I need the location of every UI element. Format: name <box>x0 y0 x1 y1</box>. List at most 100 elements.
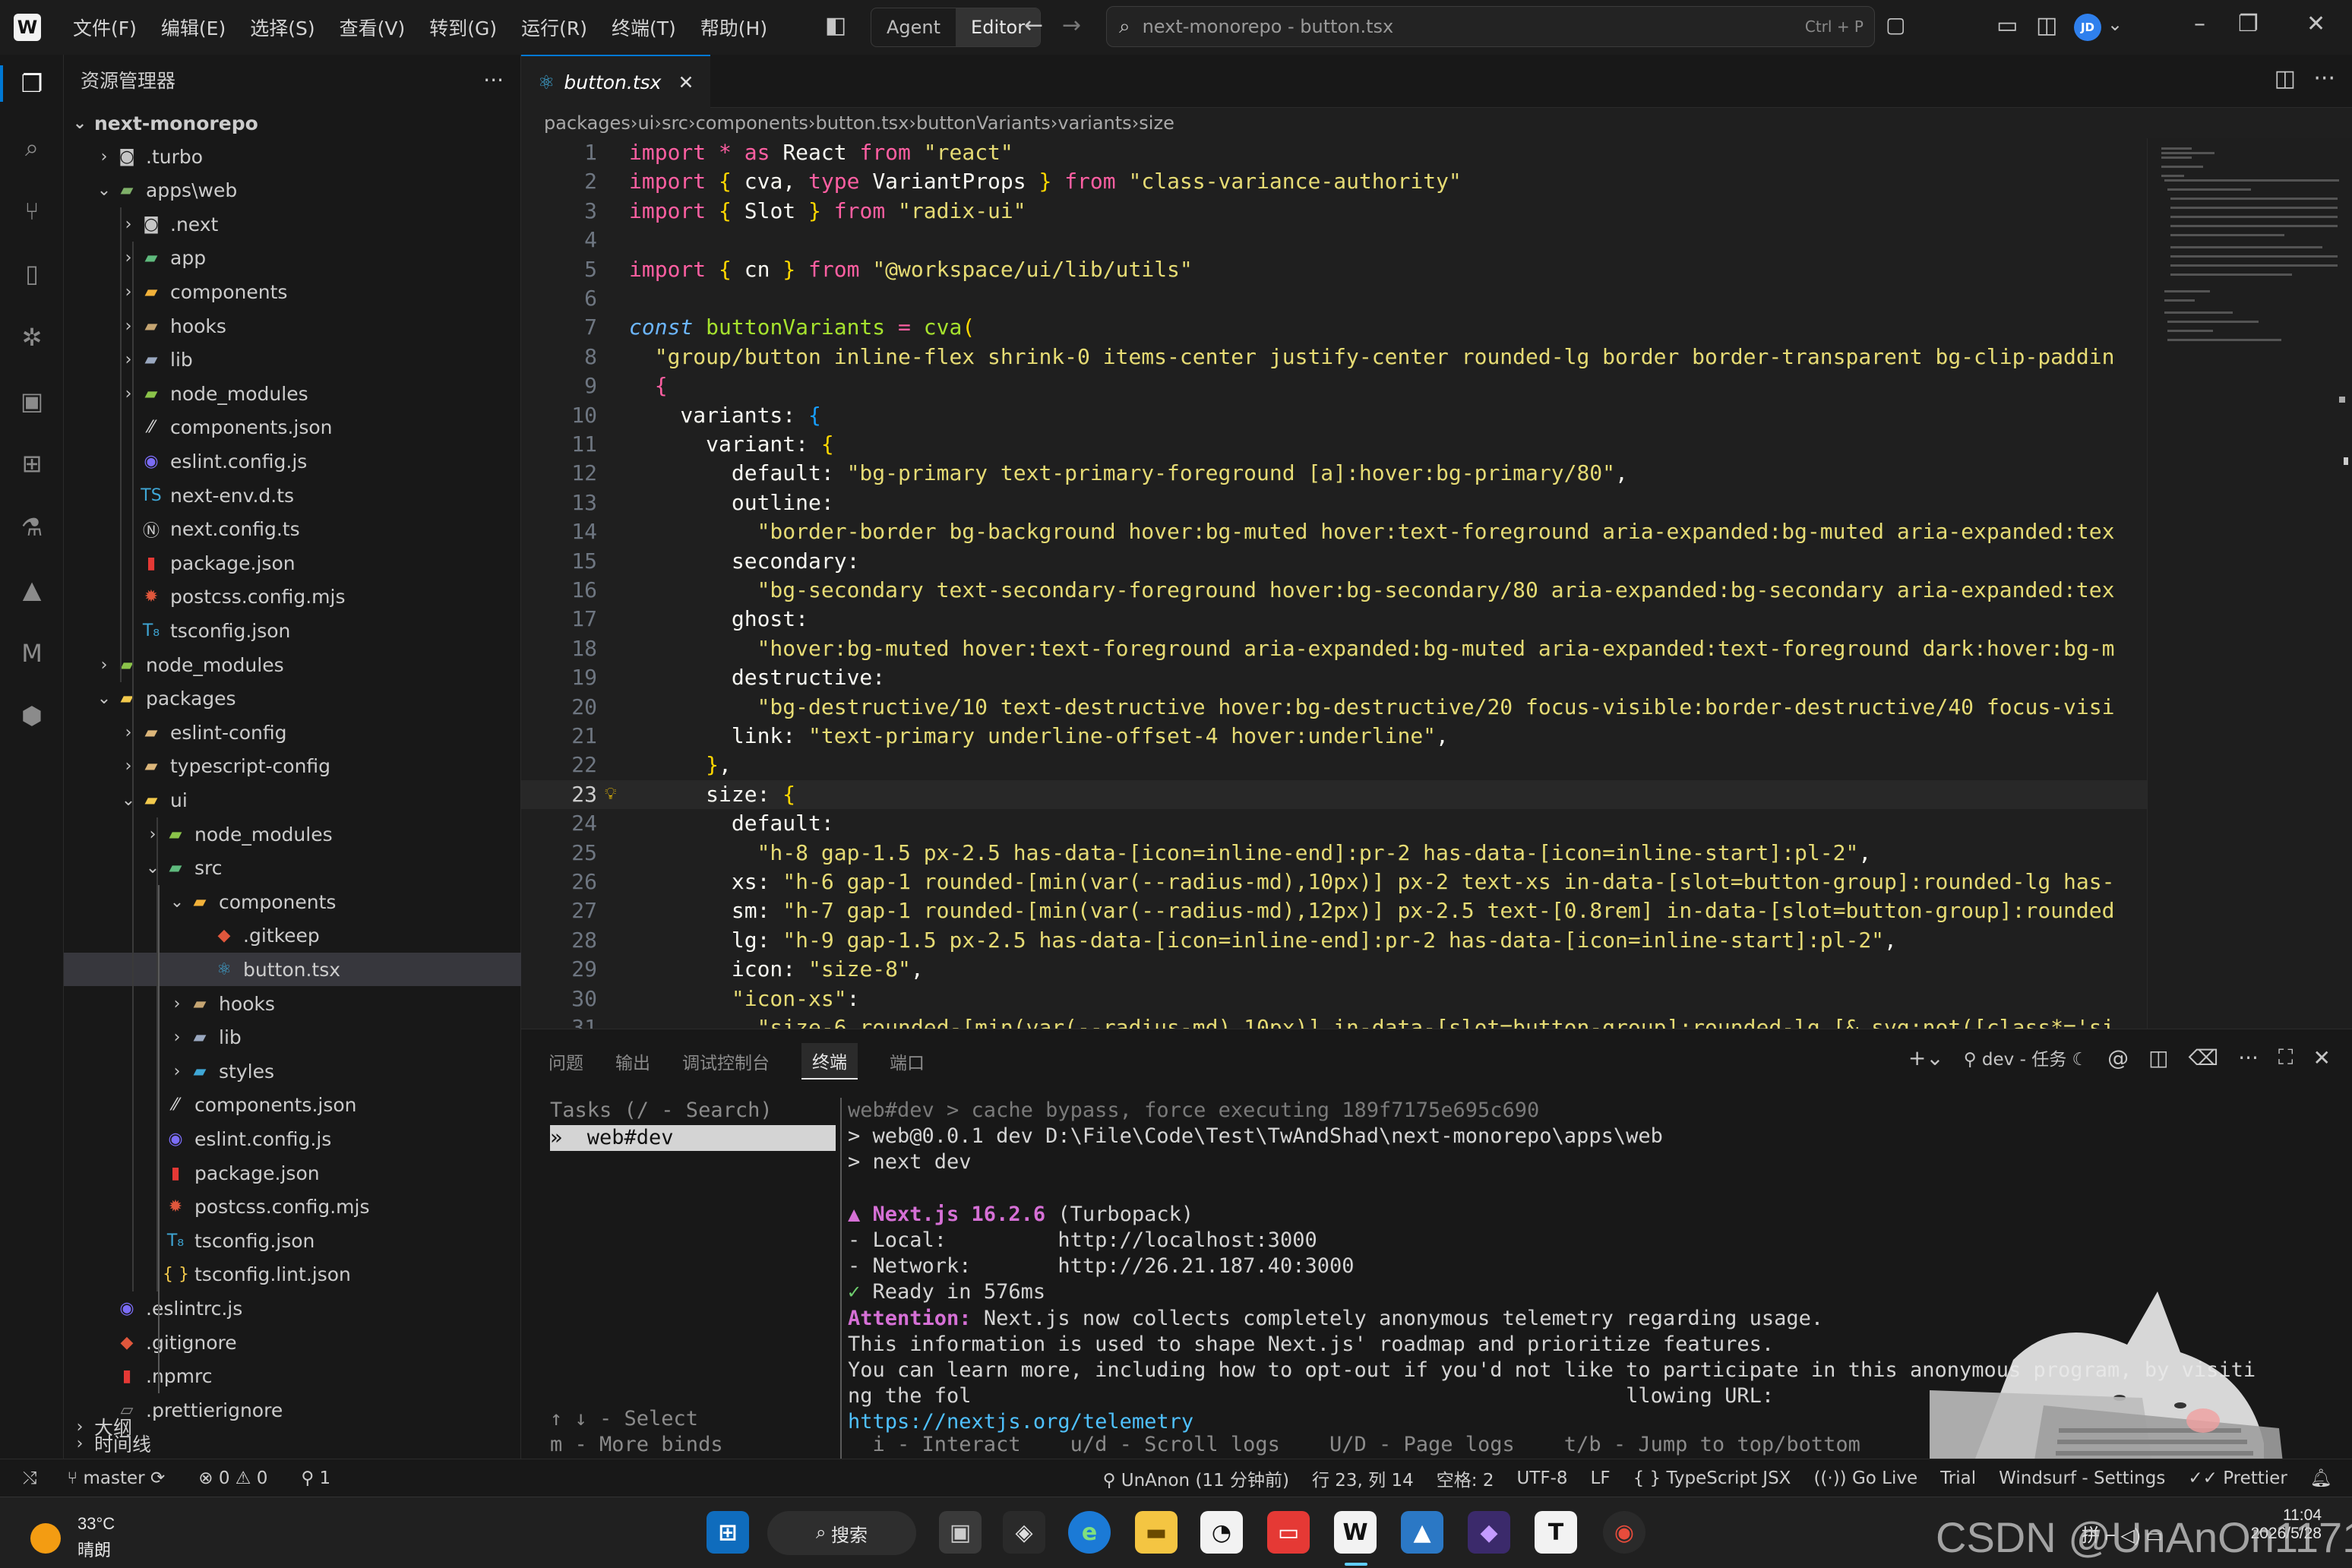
deploy-icon[interactable]: ▲ <box>14 571 50 608</box>
timeline-section[interactable]: › 时间线 <box>64 1427 521 1460</box>
add-terminal-icon[interactable]: +⌄ <box>1908 1045 1944 1070</box>
maximize-panel-icon[interactable]: ⛶ <box>2278 1045 2294 1070</box>
maximize-icon[interactable]: ❐ <box>2238 11 2259 37</box>
remote-explorer-icon[interactable]: ▣ <box>14 383 50 419</box>
red-app-icon[interactable]: ▭ <box>1267 1511 1310 1554</box>
photos-icon[interactable]: ▲ <box>1401 1511 1443 1554</box>
lightbulb-icon[interactable]: 💡︎ <box>605 780 616 809</box>
layout-panel-icon[interactable]: ▭ <box>1996 12 2018 39</box>
menu-item[interactable]: 文件(F) <box>61 14 149 41</box>
agent-mode-button[interactable]: Agent <box>871 8 956 46</box>
remote-icon[interactable]: ⤭ <box>23 1468 36 1488</box>
panel-tab[interactable]: 问题 <box>548 1048 583 1074</box>
debug-icon[interactable]: ✲ <box>14 319 50 356</box>
taskbar-search[interactable]: ⌕ 搜索 <box>767 1511 916 1555</box>
prettier-status[interactable]: ✓✓ Prettier <box>2188 1468 2287 1488</box>
toggle-sidebar-icon[interactable]: ◧ <box>825 12 846 39</box>
markdown-icon[interactable]: M <box>14 635 50 672</box>
minimize-icon[interactable]: – <box>2194 11 2205 37</box>
explorer-icon[interactable]: ❐ <box>14 65 50 102</box>
language-status[interactable]: { } TypeScript JSX <box>1633 1468 1791 1488</box>
more-icon[interactable]: ··· <box>2238 1045 2259 1070</box>
split-editor-icon[interactable]: ◫ <box>2275 65 2296 92</box>
package-icon[interactable]: ⬢ <box>14 697 50 734</box>
at-icon[interactable]: @ <box>2107 1045 2129 1070</box>
task-item-web-dev[interactable]: » web#dev <box>550 1125 836 1151</box>
breadcrumb-item[interactable]: ui <box>637 112 654 134</box>
source-control-icon[interactable]: ⑂ <box>14 193 50 229</box>
notifications-icon[interactable]: 🔔︎ <box>2310 1468 2332 1488</box>
more-actions-icon[interactable]: ··· <box>483 68 504 93</box>
tree-folder[interactable]: ⌄ ▰ apps\web <box>64 174 521 207</box>
problems-status[interactable]: ⊗ 0 ⚠ 0 <box>198 1468 267 1488</box>
menu-item[interactable]: 查看(V) <box>327 14 418 41</box>
breadcrumb-item[interactable]: components <box>696 112 808 134</box>
workspace-root[interactable]: ⌄ next-monorepo <box>64 106 521 140</box>
panel-tab[interactable]: 调试控制台 <box>682 1048 770 1074</box>
eol-status[interactable]: LF <box>1591 1468 1611 1488</box>
typora-icon[interactable]: T <box>1535 1511 1577 1554</box>
task-selector[interactable]: ⚲ dev - 任务 ☾ <box>1964 1045 2088 1070</box>
editor-more-icon[interactable]: ··· <box>2313 65 2335 92</box>
encoding-status[interactable]: UTF-8 <box>1516 1468 1567 1488</box>
panel-tab[interactable]: 端口 <box>890 1048 925 1074</box>
indent-status[interactable]: 空格: 2 <box>1437 1465 1494 1491</box>
panel-tab[interactable]: 输出 <box>615 1048 650 1074</box>
command-search-input[interactable]: ⌕ next-monorepo - button.tsx Ctrl + P <box>1106 6 1875 47</box>
branch-status[interactable]: ⑂ master ⟳ <box>67 1468 165 1488</box>
chevron-down-icon[interactable]: ⌄ <box>2107 14 2123 35</box>
breadcrumb-item[interactable]: packages <box>544 112 631 134</box>
menu-item[interactable]: 选择(S) <box>238 14 327 41</box>
tab-button-tsx[interactable]: ⚛ button.tsx ✕ <box>521 55 711 108</box>
run-test-icon[interactable]: ⚗ <box>14 509 50 545</box>
avatar[interactable]: JD <box>2074 14 2101 41</box>
menu-item[interactable]: 转到(G) <box>417 14 509 41</box>
breadcrumb-item[interactable]: buttonVariants <box>916 112 1051 134</box>
close-tab-icon[interactable]: ✕ <box>678 71 694 93</box>
chat-icon[interactable]: ▢ <box>1886 12 1905 37</box>
tree-folder[interactable]: › ◙ .turbo <box>64 140 521 173</box>
obsidian-icon[interactable]: ◆ <box>1468 1511 1510 1554</box>
extensions-icon[interactable]: ⊞ <box>14 445 50 482</box>
file-explorer-icon[interactable]: ▬ <box>1135 1511 1178 1554</box>
weather-label[interactable]: 晴朗 <box>77 1537 111 1561</box>
tree-file[interactable]: ▮ .npmrc <box>64 1360 521 1393</box>
breadcrumb-item[interactable]: button.tsx <box>815 112 909 134</box>
tree-folder[interactable]: › ◙ .next <box>64 207 521 241</box>
search-icon[interactable]: ⌕ <box>14 129 50 166</box>
menu-item[interactable]: 帮助(H) <box>688 14 779 41</box>
trial-status[interactable]: Trial <box>1940 1468 1976 1488</box>
panel-tab[interactable]: 终端 <box>801 1043 858 1080</box>
blame-status[interactable]: ⚲ UnAnon (11 分钟前) <box>1103 1465 1289 1491</box>
windsurf-app-icon[interactable]: W <box>1334 1511 1377 1554</box>
tree-file[interactable]: ◆ .gitignore <box>64 1326 521 1359</box>
forward-arrow-icon[interactable]: → <box>1062 12 1081 39</box>
back-arrow-icon[interactable]: ← <box>1024 12 1043 39</box>
trash-icon[interactable]: ⌫ <box>2189 1045 2219 1070</box>
layout-split-icon[interactable]: ◫ <box>2036 12 2057 39</box>
breadcrumb-item[interactable]: size <box>1139 112 1174 134</box>
map-icon[interactable]: ▯ <box>14 255 50 292</box>
menu-item[interactable]: 终端(T) <box>599 14 688 41</box>
close-window-icon[interactable]: ✕ <box>2306 11 2325 37</box>
unity-icon[interactable]: ◈ <box>1003 1511 1045 1554</box>
split-terminal-icon[interactable]: ◫ <box>2148 1045 2168 1070</box>
close-panel-icon[interactable]: ✕ <box>2313 1045 2331 1070</box>
ports-status[interactable]: ⚲ 1 <box>301 1468 330 1488</box>
chrome-icon[interactable]: ◉ <box>1603 1511 1645 1554</box>
menu-item[interactable]: 编辑(E) <box>149 14 238 41</box>
app-logo-icon[interactable]: W <box>14 14 41 41</box>
minimap[interactable] <box>2147 138 2352 1029</box>
breadcrumb-item[interactable]: src <box>662 112 688 134</box>
qq-icon[interactable]: ◔ <box>1200 1511 1243 1554</box>
windsurf-status[interactable]: Windsurf - Settings <box>1999 1468 2165 1488</box>
edge-icon[interactable]: e <box>1068 1511 1111 1554</box>
golive-status[interactable]: ((·)) Go Live <box>1813 1468 1917 1488</box>
tree-file[interactable]: ◉ .eslintrc.js <box>64 1291 521 1325</box>
breadcrumb-item[interactable]: variants <box>1057 112 1131 134</box>
cursor-position-status[interactable]: 行 23, 列 14 <box>1312 1465 1414 1491</box>
menu-item[interactable]: 运行(R) <box>509 14 599 41</box>
start-menu-icon[interactable]: ⊞ <box>707 1511 749 1554</box>
weather-temp[interactable]: 33°C <box>77 1514 115 1534</box>
code-view[interactable]: 1 import * as React from "react" 2 import {… <box>521 138 2147 1029</box>
